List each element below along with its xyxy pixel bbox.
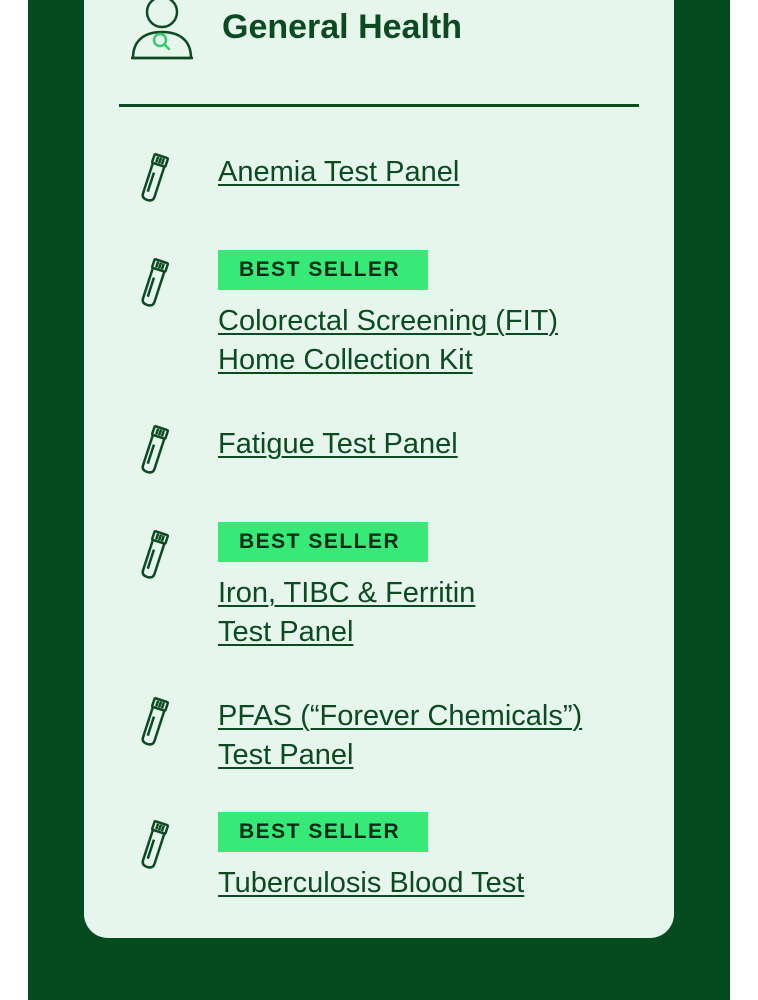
product-link[interactable]: Iron, TIBC & Ferritin bbox=[218, 574, 475, 613]
product-link[interactable]: Fatigue Test Panel bbox=[218, 425, 458, 464]
test-tube-icon bbox=[141, 697, 170, 746]
product-link[interactable]: Tuberculosis Blood Test bbox=[218, 864, 524, 903]
best-seller-badge: BEST SELLER bbox=[218, 522, 428, 562]
section-title: General Health bbox=[222, 8, 462, 46]
product-link[interactable]: Colorectal Screening (FIT) bbox=[218, 302, 558, 341]
test-tube-icon bbox=[141, 820, 170, 869]
product-link[interactable]: Anemia Test Panel bbox=[218, 153, 459, 192]
product-link[interactable]: Test Panel bbox=[218, 736, 582, 775]
best-seller-badge: BEST SELLER bbox=[218, 812, 428, 852]
product-link[interactable]: Home Collection Kit bbox=[218, 341, 558, 380]
test-tube-icon bbox=[141, 425, 170, 474]
best-seller-badge: BEST SELLER bbox=[218, 250, 428, 290]
product-link[interactable]: Test Panel bbox=[218, 613, 475, 652]
person-search-icon bbox=[131, 0, 193, 60]
test-tube-icon bbox=[141, 153, 170, 202]
test-tube-icon bbox=[141, 258, 170, 307]
product-link[interactable]: PFAS (“Forever Chemicals”) bbox=[218, 697, 582, 736]
test-tube-icon bbox=[141, 530, 170, 579]
section-divider bbox=[119, 104, 639, 107]
